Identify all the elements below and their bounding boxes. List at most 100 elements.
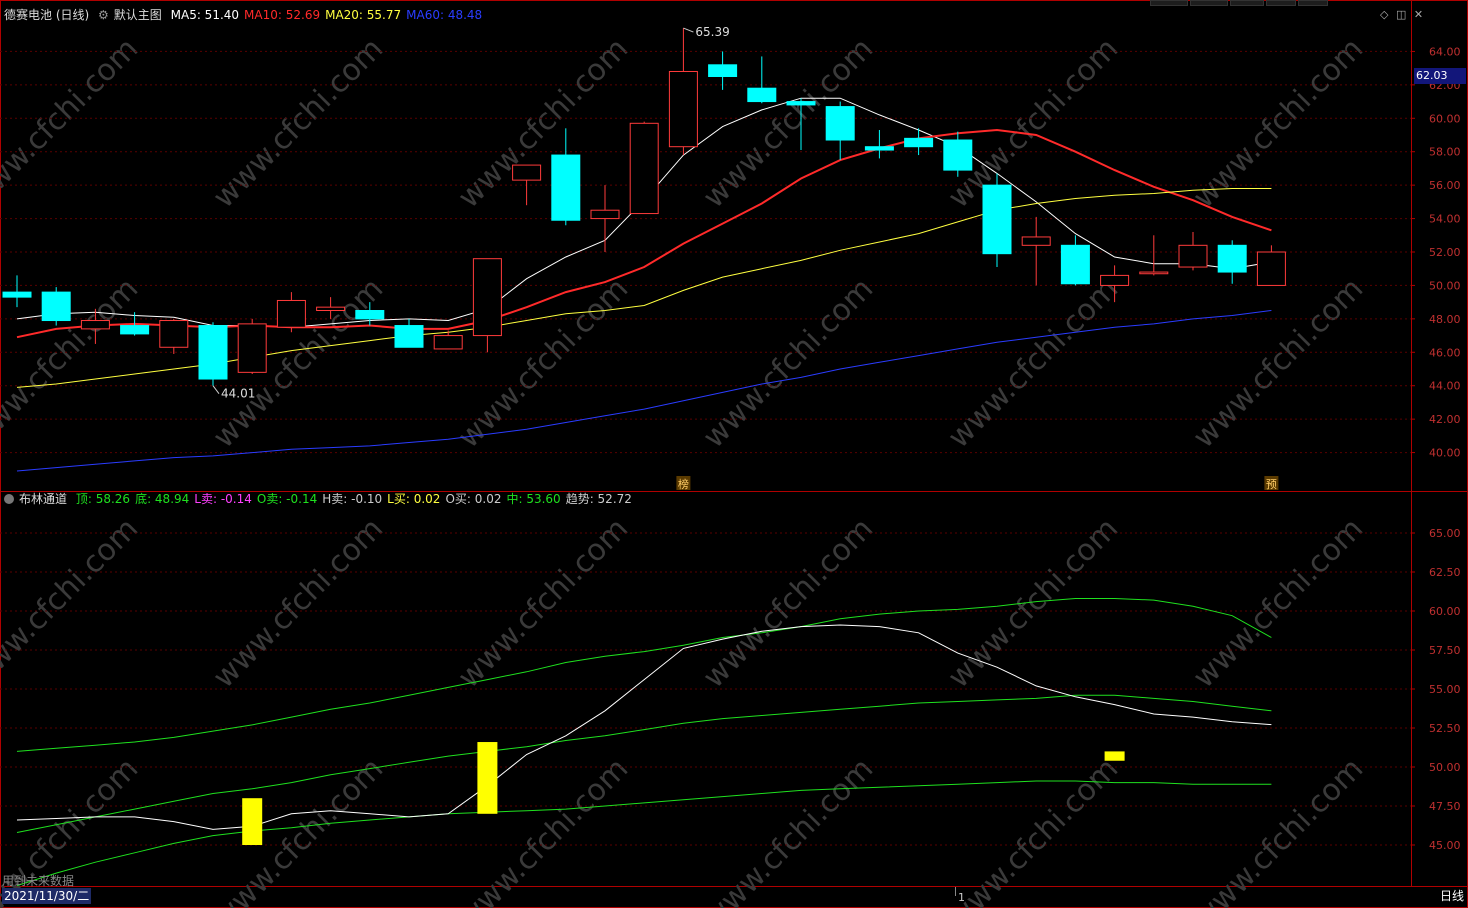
watermark-text: www.cfchi.com (941, 31, 1125, 215)
candle-body (904, 137, 934, 148)
watermark-layer: www.cfchi.com www.cfchi.com www.cfchi.com w… (0, 31, 1370, 908)
watermark-text: www.cfchi.com (0, 31, 145, 215)
candle (159, 318, 189, 354)
sub-y-tick-label: 47.50 (1429, 800, 1461, 813)
candle-body (1256, 251, 1286, 286)
candle (629, 121, 659, 215)
signal-bar (1104, 751, 1125, 761)
candle-body (316, 306, 346, 311)
high-price-label: 65.39 (695, 25, 729, 39)
period-label[interactable]: 日线 (1440, 888, 1464, 904)
watermark-text: www.cfchi.com (1186, 511, 1370, 695)
candle-body (786, 101, 816, 106)
toolbar-button[interactable] (1298, 0, 1328, 6)
marker-label: 预 (1266, 478, 1277, 491)
candle-body (1060, 244, 1090, 285)
main-y-tick-label: 40.00 (1429, 447, 1461, 460)
low-pointer (212, 385, 220, 395)
candle-body (982, 184, 1012, 255)
watermark-text: www.cfchi.com (206, 271, 390, 455)
boll-label-5: L买: 0.02 (387, 492, 441, 506)
watermark-text: www.cfchi.com (941, 751, 1125, 908)
main-y-tick-label: 64.00 (1429, 45, 1461, 58)
ma-label-3: MA60: 48.48 (406, 8, 483, 22)
main-y-tick-label: 44.00 (1429, 380, 1461, 393)
toolbar-button[interactable] (1230, 0, 1264, 6)
candle (551, 128, 581, 226)
candle-body (708, 64, 738, 78)
candle-body (747, 87, 777, 103)
sub-y-tick-label: 50.00 (1429, 761, 1461, 774)
main-indicator-name[interactable]: 默认主图 (114, 8, 162, 22)
candle-body (668, 70, 698, 148)
candle (943, 131, 973, 177)
boll-label-2: L卖: -0.14 (194, 492, 252, 506)
candle (237, 318, 267, 375)
candle-body (1178, 244, 1208, 268)
candle-body (1100, 274, 1130, 286)
watermark-text: www.cfchi.com (1186, 751, 1370, 908)
candle-body (1139, 271, 1169, 275)
main-y-tick-label: 56.00 (1429, 179, 1461, 192)
boll-label-1: 底: 48.94 (135, 492, 190, 506)
candle (1021, 216, 1051, 286)
main-y-tick-label: 58.00 (1429, 146, 1461, 159)
toolbar-button[interactable] (1190, 0, 1228, 6)
stock-title[interactable]: 德赛电池 (日线) (4, 8, 89, 22)
ma-label-1: MA10: 52.69 (244, 8, 321, 22)
toolbar-button[interactable] (1266, 0, 1296, 6)
candle (472, 258, 502, 353)
candle (864, 129, 894, 159)
candle-body (80, 320, 110, 330)
watermark-text: www.cfchi.com (941, 511, 1125, 695)
candle-body (394, 325, 424, 348)
candle (1217, 240, 1247, 284)
main-y-tick-label: 52.00 (1429, 246, 1461, 259)
candle (708, 51, 738, 90)
watermark-text: www.cfchi.com (941, 271, 1125, 455)
boll-label-7: 中: 53.60 (506, 492, 561, 506)
candle-body (276, 299, 306, 328)
candle (1060, 235, 1090, 286)
toolbar-button[interactable] (1150, 0, 1188, 6)
ma-legend: MA5: 51.40 MA10: 52.69 MA20: 55.77 MA60: 48… (171, 8, 488, 22)
candle (590, 185, 620, 252)
candle-body (41, 291, 71, 322)
main-y-tick-label: 46.00 (1429, 346, 1461, 359)
candle (1256, 245, 1286, 286)
candle-body (159, 320, 189, 348)
marker-label: 榜 (678, 477, 689, 491)
high-pointer (683, 27, 694, 33)
watermark-text: www.cfchi.com (206, 511, 390, 695)
settings-gear-icon[interactable]: ⚙ (98, 8, 109, 22)
candle (41, 287, 71, 326)
main-y-tick-label: 50.00 (1429, 279, 1461, 292)
diamond-icon[interactable]: ◇ (1380, 8, 1388, 21)
stock-chart[interactable]: www.cfchi.com www.cfchi.com www.cfchi.com w… (0, 0, 1468, 908)
watermark-text: www.cfchi.com (0, 271, 145, 455)
sub-y-tick-label: 57.50 (1429, 644, 1461, 657)
candle (1178, 231, 1208, 271)
candle-body (590, 209, 620, 220)
watermark-text: www.cfchi.com (696, 751, 880, 908)
main-panel-header: 德赛电池 (日线) ⚙ 默认主图 MA5: 51.40 MA10: 52.69 MA2… (4, 7, 492, 23)
candle-body (355, 310, 385, 320)
watermark-text: www.cfchi.com (0, 511, 145, 695)
sub-y-tick-label: 45.00 (1429, 839, 1461, 852)
ma-label-0: MA5: 51.40 (170, 8, 240, 22)
candle-body (943, 139, 973, 171)
candle-body (1021, 236, 1051, 246)
candle (747, 56, 777, 104)
sub-indicator-name[interactable]: 布林通道 (19, 492, 67, 506)
candle-body (237, 323, 267, 373)
close-icon[interactable]: ✕ (1414, 8, 1423, 21)
candle-body (864, 146, 894, 151)
sub-panel-header: 布林通道 顶: 58.26 底: 48.94 L卖: -0.14 O卖: -0.14 H… (4, 491, 642, 507)
time-cursor-mark: 1 (958, 891, 965, 904)
indicator-menu-icon[interactable] (4, 494, 14, 504)
window-restore-icon[interactable]: ◫ (1396, 8, 1406, 21)
candle-body (512, 164, 542, 181)
candle (276, 292, 306, 333)
watermark-text: www.cfchi.com (1186, 271, 1370, 455)
boll-label-4: H卖: -0.10 (322, 492, 383, 506)
